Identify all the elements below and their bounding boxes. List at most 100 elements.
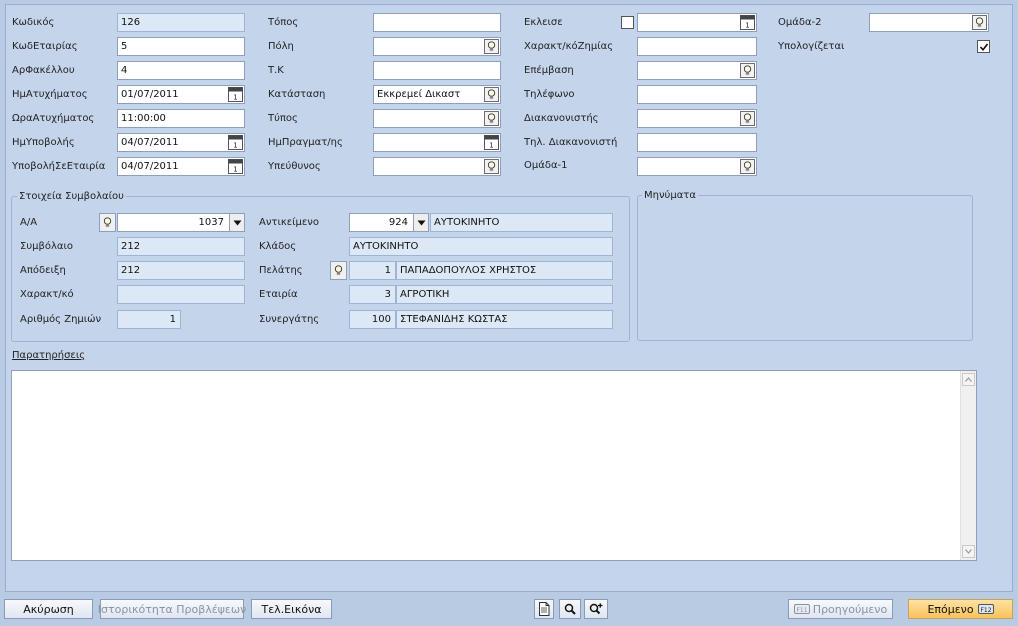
- branch-field[interactable]: ΑΥΤΟΚΙΝΗΤΟ: [349, 237, 613, 256]
- bulb-icon[interactable]: [740, 159, 755, 174]
- group-2-field[interactable]: [869, 13, 989, 32]
- calculated-label: Υπολογίζεται: [778, 41, 845, 52]
- scroll-up-icon[interactable]: [962, 373, 975, 386]
- intervention-field[interactable]: [637, 61, 757, 80]
- notes-scrollbar[interactable]: [960, 371, 976, 560]
- svg-text:1: 1: [745, 22, 749, 30]
- company-submission-field[interactable]: 04/07/2011: [117, 157, 245, 176]
- svg-text:F11: F11: [796, 607, 807, 614]
- partner-label: Συνεργάτης: [259, 314, 320, 325]
- realization-date-field[interactable]: [373, 133, 501, 152]
- place-label: Τόπος: [268, 17, 299, 28]
- accident-date-field[interactable]: 01/07/2011: [117, 85, 245, 104]
- closed-label: Εκλεισε: [524, 17, 563, 28]
- bulb-icon[interactable]: [330, 261, 347, 280]
- contract-group-title: Στοιχεία Συμβολαίου: [17, 191, 126, 203]
- aa-label: Α/Α: [20, 217, 38, 228]
- search-plus-button[interactable]: [584, 599, 608, 619]
- submission-date-field[interactable]: 04/07/2011: [117, 133, 245, 152]
- messages-group-title: Μηνύματα: [642, 190, 698, 202]
- client-label: Πελάτης: [259, 265, 303, 276]
- receipt-field[interactable]: 212: [117, 261, 245, 280]
- document-button[interactable]: [534, 599, 554, 619]
- city-field[interactable]: [373, 37, 501, 56]
- svg-text:1: 1: [233, 142, 237, 150]
- accident-date-label: ΗμΑτυχήματος: [12, 89, 88, 100]
- calendar-icon[interactable]: 1: [484, 135, 499, 153]
- notes-label: Παρατηρήσεις: [12, 350, 86, 361]
- bulb-icon[interactable]: [484, 159, 499, 174]
- previous-button[interactable]: F11 Προηγούμενο: [788, 599, 893, 619]
- bulb-icon[interactable]: [484, 111, 499, 126]
- characteristic-label: Χαρακτ/κό: [20, 289, 74, 300]
- code-field[interactable]: 126: [117, 13, 245, 32]
- previous-label: Προηγούμενο: [812, 602, 888, 616]
- aa-field[interactable]: 1037: [117, 213, 245, 232]
- partner-name-field[interactable]: ΣΤΕΦΑΝΙΔΗΣ ΚΩΣΤΑΣ: [396, 310, 613, 329]
- submission-date-label: ΗμΥποβολής: [12, 137, 75, 148]
- forecast-history-button[interactable]: Ιστορικότητα Προβλέψεων: [98, 599, 246, 619]
- company-code-field[interactable]: 3: [349, 285, 396, 304]
- responsible-label: Υπεύθυνος: [268, 161, 321, 172]
- city-label: Πόλη: [268, 41, 294, 52]
- bulb-icon[interactable]: [99, 213, 116, 232]
- damages-count-field[interactable]: 1: [117, 310, 181, 329]
- characteristic-field[interactable]: [117, 285, 245, 304]
- contract-label: Συμβόλαιο: [20, 241, 73, 252]
- bulb-icon[interactable]: [740, 111, 755, 126]
- type-field[interactable]: [373, 109, 501, 128]
- company-submission-label: ΥποβολήΣεΕταιρία: [12, 161, 106, 172]
- place-field[interactable]: [373, 13, 501, 32]
- messages-group: [637, 195, 973, 341]
- realization-date-label: ΗμΠραγματ/ης: [268, 137, 343, 148]
- document-icon: [539, 602, 550, 616]
- accident-time-label: ΩραΑτυχήματος: [12, 113, 95, 124]
- code-label: Κωδικός: [12, 17, 55, 28]
- status-label: Κατάσταση: [268, 89, 326, 100]
- company-name-field[interactable]: ΑΓΡΟΤΙΚΗ: [396, 285, 613, 304]
- bulb-icon[interactable]: [484, 39, 499, 54]
- intervention-label: Επέμβαση: [524, 65, 574, 76]
- calendar-icon[interactable]: 1: [228, 159, 243, 177]
- svg-text:1: 1: [233, 166, 237, 174]
- chevron-down-icon[interactable]: [413, 214, 428, 231]
- adjuster-field[interactable]: [637, 109, 757, 128]
- chevron-down-icon[interactable]: [229, 214, 244, 231]
- damage-type-field[interactable]: [637, 37, 757, 56]
- phone-field[interactable]: [637, 85, 757, 104]
- object-label: Αντικείμενο: [259, 217, 319, 228]
- responsible-field[interactable]: [373, 157, 501, 176]
- calendar-icon[interactable]: 1: [228, 87, 243, 105]
- notes-textarea[interactable]: [11, 370, 977, 561]
- client-code-field[interactable]: 1: [349, 261, 396, 280]
- group-1-field[interactable]: [637, 157, 757, 176]
- folder-no-field[interactable]: 4: [117, 61, 245, 80]
- next-label: Επόμενο: [927, 602, 974, 616]
- company-code-field[interactable]: 5: [117, 37, 245, 56]
- cancel-button[interactable]: Ακύρωση: [4, 599, 93, 619]
- calendar-icon[interactable]: 1: [740, 15, 755, 33]
- calculated-checkbox[interactable]: [977, 40, 990, 53]
- adjuster-label: Διακανονιστής: [524, 113, 599, 124]
- phone-label: Τηλέφωνο: [524, 89, 575, 100]
- partner-code-field[interactable]: 100: [349, 310, 396, 329]
- accident-time-field[interactable]: 11:00:00: [117, 109, 245, 128]
- f12-key-icon: F12: [977, 604, 994, 614]
- postcode-field[interactable]: [373, 61, 501, 80]
- object-name-field[interactable]: ΑΥΤΟΚΙΝΗΤΟ: [430, 213, 613, 232]
- scroll-down-icon[interactable]: [962, 545, 975, 558]
- bulb-icon[interactable]: [740, 63, 755, 78]
- next-button[interactable]: Επόμενο F12: [908, 599, 1013, 619]
- bulb-icon[interactable]: [972, 15, 987, 30]
- status-field[interactable]: Εκκρεμεί Δικαστ: [373, 85, 501, 104]
- calendar-icon[interactable]: 1: [228, 135, 243, 153]
- bulb-icon[interactable]: [484, 87, 499, 102]
- contract-field[interactable]: 212: [117, 237, 245, 256]
- closed-date-field[interactable]: [637, 13, 757, 32]
- client-name-field[interactable]: ΠΑΠΑΔΟΠΟΥΛΟΣ ΧΡΗΣΤΟΣ: [396, 261, 613, 280]
- f11-key-icon: F11: [793, 604, 810, 614]
- adjuster-phone-field[interactable]: [637, 133, 757, 152]
- final-image-button[interactable]: Τελ.Εικόνα: [251, 599, 332, 619]
- closed-checkbox[interactable]: [621, 16, 634, 29]
- search-button[interactable]: [559, 599, 581, 619]
